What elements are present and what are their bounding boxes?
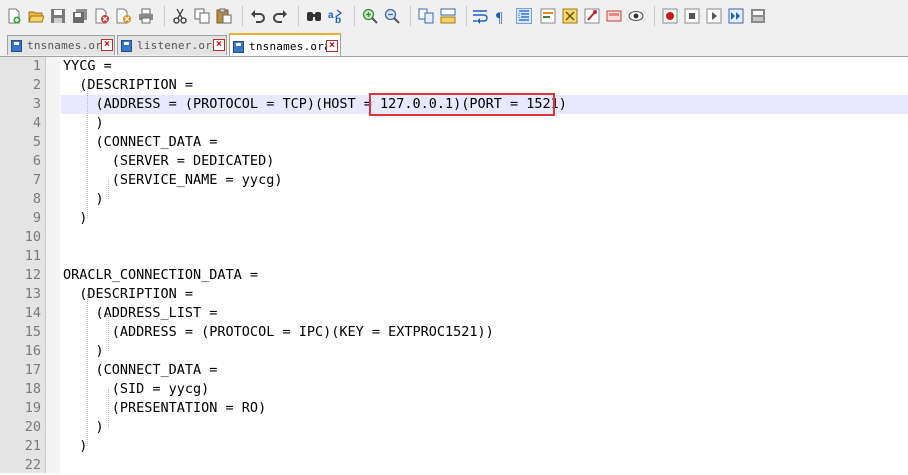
line-number: 18 — [24, 381, 41, 397]
tab-listener[interactable]: listener.ora × — [117, 35, 227, 55]
replace-icon[interactable]: ab — [328, 8, 344, 26]
print-icon[interactable] — [138, 8, 154, 24]
file-icon — [121, 40, 132, 52]
line-number: 6 — [32, 153, 41, 169]
code-line[interactable]: (SERVICE_NAME = yycg) — [63, 171, 283, 190]
line-number: 9 — [32, 210, 41, 226]
language-icon[interactable] — [540, 8, 556, 24]
line-number-gutter: 1 2 3 4 5 6 7 8 9 10 11 12 13 14 15 16 17 18 19 20 21 22 — [0, 57, 46, 473]
indent-guide-icon[interactable] — [516, 8, 532, 24]
cut-icon[interactable] — [172, 8, 188, 24]
new-file-icon[interactable] — [6, 8, 22, 24]
line-number: 4 — [32, 115, 41, 131]
monitor-icon[interactable] — [628, 8, 644, 24]
line-number: 20 — [24, 419, 41, 435]
line-number: 15 — [24, 324, 41, 340]
tab-label: tnsnames.ora — [27, 39, 109, 52]
code-line[interactable]: ) — [63, 209, 87, 228]
code-line[interactable]: YYCG = — [63, 57, 112, 76]
save-icon[interactable] — [50, 8, 66, 24]
code-line[interactable]: ORACLR_CONNECTION_DATA = — [63, 266, 258, 285]
tab-label: tnsnames.ora — [249, 40, 331, 53]
zoom-out-icon[interactable] — [384, 8, 400, 24]
line-number: 5 — [32, 134, 41, 150]
doc-map-icon[interactable] — [606, 8, 622, 24]
file-icon — [233, 41, 244, 53]
indent-guide — [87, 294, 88, 446]
line-number: 17 — [24, 362, 41, 378]
word-wrap-icon[interactable] — [472, 8, 488, 24]
sync-horizontal-icon[interactable] — [440, 8, 456, 24]
stop-macro-icon[interactable] — [684, 8, 700, 24]
host-highlight-box — [369, 93, 555, 116]
tab-tnsnames-1[interactable]: tnsnames.ora × — [7, 35, 115, 55]
undo-icon[interactable] — [250, 8, 266, 24]
copy-icon[interactable] — [194, 8, 210, 24]
close-tab-icon[interactable]: × — [213, 39, 225, 51]
line-number: 13 — [24, 286, 41, 302]
folder-workspace-icon[interactable] — [584, 8, 600, 24]
code-line[interactable]: ) — [63, 342, 104, 361]
tab-label: listener.ora — [137, 39, 219, 52]
line-number: 14 — [24, 305, 41, 321]
line-number: 2 — [32, 77, 41, 93]
save-macro-icon[interactable] — [750, 8, 766, 24]
text-editor[interactable]: 1 2 3 4 5 6 7 8 9 10 11 12 13 14 15 16 17 18 19 20 21 22 YYCG… — [0, 57, 908, 473]
tab-bar: tnsnames.ora × listener.ora × tnsnames.o… — [0, 33, 908, 57]
code-line[interactable]: (SID = yycg) — [63, 380, 210, 399]
code-line[interactable]: ) — [63, 114, 104, 133]
show-all-chars-icon[interactable]: ¶ — [494, 8, 510, 26]
line-number: 8 — [32, 191, 41, 207]
redo-icon[interactable] — [272, 8, 288, 24]
close-tab-icon[interactable]: × — [101, 39, 113, 51]
close-tab-icon[interactable]: × — [326, 40, 338, 52]
open-file-icon[interactable] — [28, 8, 45, 24]
code-line[interactable]: (DESCRIPTION = — [63, 285, 193, 304]
zoom-in-icon[interactable] — [362, 8, 378, 24]
run-macro-icon[interactable] — [728, 8, 744, 24]
sync-vertical-icon[interactable] — [418, 8, 434, 24]
line-number: 1 — [32, 58, 41, 74]
code-line[interactable]: ) — [63, 190, 104, 209]
code-line[interactable]: ) — [63, 418, 104, 437]
indent-guide — [108, 389, 109, 427]
toolbar: ab ¶ — [0, 0, 908, 34]
line-number: 7 — [32, 172, 41, 188]
line-number: 12 — [24, 267, 41, 283]
close-icon[interactable] — [94, 8, 110, 24]
svg-text:¶: ¶ — [496, 10, 503, 24]
find-icon[interactable] — [306, 8, 322, 24]
line-number: 3 — [32, 96, 41, 112]
code-line[interactable]: (DESCRIPTION = — [63, 76, 193, 95]
tab-tnsnames-active[interactable]: tnsnames.ora × — [229, 33, 341, 56]
record-macro-icon[interactable] — [662, 8, 678, 24]
code-line[interactable]: (SERVER = DEDICATED) — [63, 152, 275, 171]
line-number: 21 — [24, 438, 41, 454]
indent-guide — [108, 180, 109, 199]
fold-margin[interactable] — [46, 57, 60, 473]
play-macro-icon[interactable] — [706, 8, 722, 24]
svg-text:b: b — [335, 15, 341, 24]
svg-text:a: a — [328, 10, 334, 21]
code-line[interactable]: ) — [63, 437, 87, 456]
paste-icon[interactable] — [216, 8, 232, 24]
indent-guide — [108, 313, 109, 351]
save-all-icon[interactable] — [72, 8, 88, 24]
code-line[interactable]: (ADDRESS = (PROTOCOL = IPC)(KEY = EXTPRO… — [63, 323, 494, 342]
line-number: 11 — [24, 248, 41, 264]
file-icon — [11, 40, 22, 52]
line-number: 10 — [24, 229, 41, 245]
line-number: 22 — [24, 457, 41, 473]
code-line[interactable]: (PRESENTATION = RO) — [63, 399, 266, 418]
indent-guide — [87, 85, 88, 218]
line-number: 19 — [24, 400, 41, 416]
function-list-icon[interactable] — [562, 8, 578, 24]
close-all-icon[interactable] — [116, 8, 132, 24]
line-number: 16 — [24, 343, 41, 359]
